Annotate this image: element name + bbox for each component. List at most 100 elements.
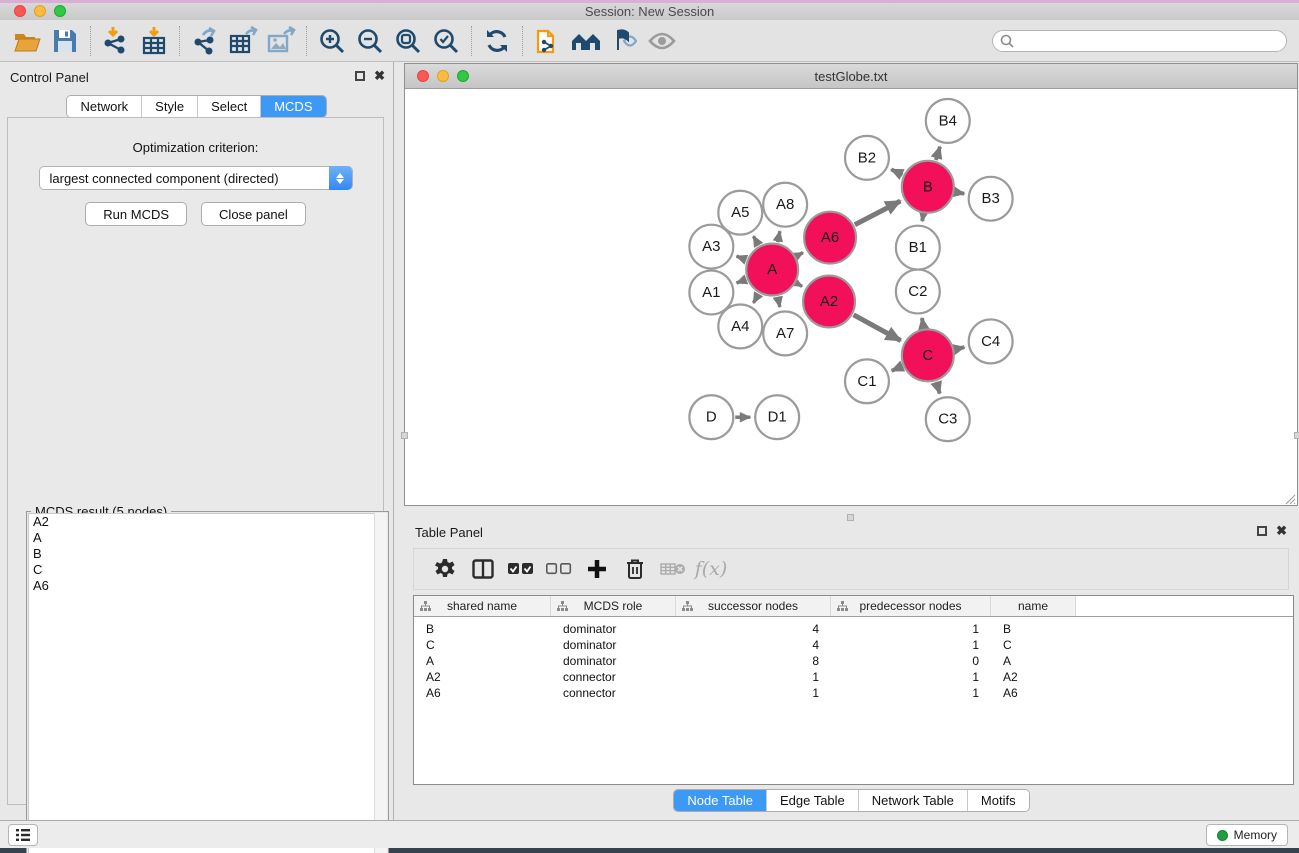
cybrowser-icon[interactable] — [567, 24, 605, 58]
tab-mcds[interactable]: MCDS — [261, 96, 325, 117]
import-table-icon[interactable] — [135, 24, 173, 58]
column-header-successor-nodes[interactable]: successor nodes — [676, 596, 831, 616]
dropdown-stepper-icon[interactable] — [329, 166, 352, 190]
table-cell[interactable]: 1 — [831, 621, 991, 637]
float-panel-icon[interactable] — [355, 71, 365, 81]
splitter-handle[interactable] — [401, 432, 408, 439]
export-network-icon[interactable] — [186, 24, 224, 58]
splitter-handle[interactable] — [1294, 432, 1299, 439]
table-cell[interactable]: 0 — [831, 653, 991, 669]
search-input[interactable] — [992, 30, 1287, 52]
graph-edge-B-B1[interactable] — [922, 214, 923, 221]
graph-edge-C-C2[interactable] — [922, 318, 924, 328]
eye-icon[interactable] — [643, 24, 681, 58]
table-cell[interactable]: 1 — [831, 685, 991, 701]
graph-edge-C-C3[interactable] — [936, 382, 940, 393]
table-cell[interactable]: A6 — [414, 685, 551, 701]
network-maximize-button[interactable] — [457, 70, 469, 82]
memory-button[interactable]: Memory — [1206, 824, 1288, 846]
graph-edge-B-B2[interactable] — [891, 169, 902, 174]
table-cell[interactable]: 1 — [676, 685, 831, 701]
graph-edge-A-A8[interactable] — [778, 231, 780, 242]
tab-network-table[interactable]: Network Table — [859, 790, 968, 811]
graph-node-C1[interactable]: C1 — [845, 359, 889, 403]
export-image-icon[interactable] — [262, 24, 300, 58]
table-cell[interactable]: A — [991, 653, 1076, 669]
column-header-shared-name[interactable]: shared name — [414, 596, 551, 616]
table-cell[interactable]: 4 — [676, 637, 831, 653]
close-table-panel-icon[interactable]: ✖ — [1276, 526, 1287, 536]
zoom-fit-icon[interactable] — [389, 24, 427, 58]
open-file-icon[interactable] — [8, 24, 46, 58]
graph-node-A6[interactable]: A6 — [804, 212, 856, 264]
table-row[interactable]: Adominator80A — [414, 653, 1293, 669]
deselect-all-icon[interactable] — [540, 552, 578, 586]
float-table-panel-icon[interactable] — [1257, 526, 1267, 536]
graph-edge-B-B4[interactable] — [936, 147, 940, 160]
splitter-handle[interactable] — [847, 514, 854, 521]
graph-node-C[interactable]: C — [902, 329, 954, 381]
table-cell[interactable]: B — [991, 621, 1076, 637]
table-cell[interactable]: 4 — [676, 621, 831, 637]
mcds-result-item[interactable]: A — [29, 530, 386, 546]
add-icon[interactable] — [578, 552, 616, 586]
tab-select[interactable]: Select — [198, 96, 261, 117]
table-cell[interactable]: A — [414, 653, 551, 669]
table-cell[interactable]: 1 — [831, 637, 991, 653]
graph-node-B1[interactable]: B1 — [896, 226, 940, 270]
columns-icon[interactable] — [464, 552, 502, 586]
table-cell[interactable]: 1 — [676, 669, 831, 685]
graph-node-A3[interactable]: A3 — [689, 225, 733, 269]
graph-node-A2[interactable]: A2 — [803, 276, 855, 328]
graph-node-B[interactable]: B — [902, 161, 954, 213]
maximize-window-button[interactable] — [54, 5, 66, 17]
mcds-result-item[interactable]: A6 — [29, 578, 386, 594]
tab-network[interactable]: Network — [67, 96, 142, 117]
criterion-dropdown[interactable]: largest connected component (directed) — [39, 166, 353, 190]
network-minimize-button[interactable] — [437, 70, 449, 82]
zoom-selected-icon[interactable] — [427, 24, 465, 58]
column-header-predecessor-nodes[interactable]: predecessor nodes — [831, 596, 991, 616]
graph-node-C4[interactable]: C4 — [969, 319, 1013, 363]
column-header-name[interactable]: name — [991, 596, 1076, 616]
delete-icon[interactable] — [616, 552, 654, 586]
graph-node-D[interactable]: D — [689, 395, 733, 439]
function-builder-icon[interactable]: f(x) — [692, 552, 730, 586]
table-cell[interactable]: 8 — [676, 653, 831, 669]
mcds-result-scrollbar[interactable] — [374, 513, 387, 853]
graph-edge-B-B3[interactable] — [955, 192, 964, 194]
mcds-result-item[interactable]: B — [29, 546, 386, 562]
network-close-button[interactable] — [417, 70, 429, 82]
graph-node-A8[interactable]: A8 — [763, 183, 807, 227]
select-all-icon[interactable] — [502, 552, 540, 586]
graph-node-A4[interactable]: A4 — [718, 304, 762, 348]
graph-node-B3[interactable]: B3 — [969, 177, 1013, 221]
graph-edge-A-A4[interactable] — [753, 294, 758, 303]
gear-icon[interactable] — [426, 552, 464, 586]
table-cell[interactable]: C — [414, 637, 551, 653]
table-row[interactable]: A2connector11A2 — [414, 669, 1293, 685]
minimize-window-button[interactable] — [34, 5, 46, 17]
zoom-out-icon[interactable] — [351, 24, 389, 58]
graph-edge-A6-B[interactable] — [855, 201, 901, 225]
tab-node-table[interactable]: Node Table — [674, 790, 767, 811]
column-header-mcds-role[interactable]: MCDS role — [551, 596, 676, 616]
close-panel-icon[interactable]: ✖ — [374, 71, 385, 81]
save-session-icon[interactable] — [46, 24, 84, 58]
graph-node-C3[interactable]: C3 — [926, 397, 970, 441]
table-cell[interactable]: dominator — [551, 621, 676, 637]
task-history-button[interactable] — [8, 824, 38, 846]
graph-node-C2[interactable]: C2 — [896, 270, 940, 314]
new-network-from-selection-icon[interactable] — [529, 24, 567, 58]
table-cell[interactable]: A2 — [414, 669, 551, 685]
table-cell[interactable]: 1 — [831, 669, 991, 685]
table-row[interactable]: Bdominator41B — [414, 621, 1293, 637]
table-row[interactable]: Cdominator41C — [414, 637, 1293, 653]
mcds-result-list[interactable]: A2ABCA6 — [28, 513, 387, 853]
window-resize-grip[interactable] — [1284, 492, 1296, 504]
import-network-icon[interactable] — [97, 24, 135, 58]
network-window-titlebar[interactable]: testGlobe.txt — [405, 64, 1297, 89]
tab-edge-table[interactable]: Edge Table — [767, 790, 859, 811]
tab-motifs[interactable]: Motifs — [968, 790, 1029, 811]
refresh-icon[interactable] — [478, 24, 516, 58]
